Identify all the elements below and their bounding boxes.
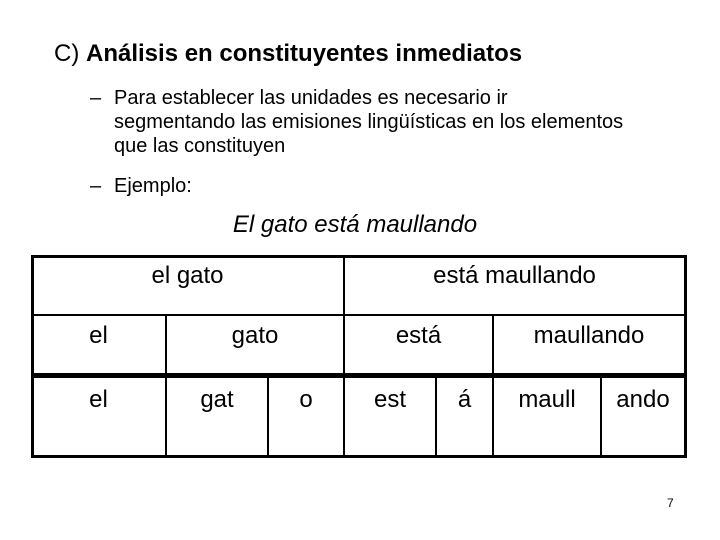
- row-divider: [31, 314, 687, 316]
- page-number: 7: [667, 496, 674, 510]
- table-cell-morpheme: el: [89, 386, 108, 413]
- table-border-right: [684, 255, 687, 458]
- column-divider: [165, 315, 167, 457]
- table-cell-morpheme: est: [373, 386, 406, 413]
- table-cell-phrase: está maullando: [433, 262, 596, 289]
- table-cell-word: maullando: [533, 322, 645, 349]
- column-divider: [435, 376, 437, 457]
- table-cell-morpheme: o: [299, 386, 313, 413]
- column-divider: [600, 376, 602, 457]
- column-divider: [343, 256, 345, 457]
- table-border-left: [31, 255, 34, 458]
- table-border-top: [31, 255, 687, 258]
- column-divider: [267, 376, 269, 457]
- table-cell-morpheme: gat: [200, 386, 234, 413]
- table-cell-morpheme: ando: [616, 386, 670, 413]
- table-cell-morpheme: maull: [518, 386, 576, 413]
- table-cell-morpheme: á: [457, 386, 472, 413]
- row-divider-thick: [31, 373, 687, 378]
- constituent-analysis-table: el gato está maullando el gato está maul…: [0, 0, 720, 540]
- table-cell-word: está: [395, 322, 442, 349]
- table-border-bottom: [31, 455, 687, 458]
- table-cell-phrase: el gato: [151, 262, 224, 289]
- column-divider: [492, 315, 494, 457]
- table-cell-word: gato: [231, 322, 279, 349]
- table-cell-word: el: [89, 322, 108, 349]
